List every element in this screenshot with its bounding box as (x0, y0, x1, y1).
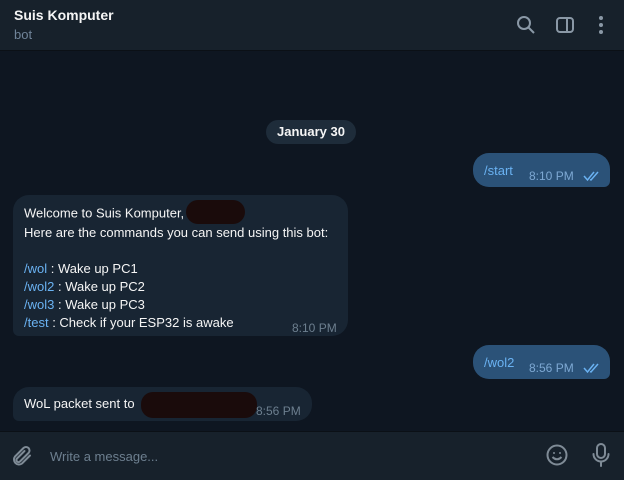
welcome-line: Welcome to Suis Komputer, (24, 200, 344, 224)
intro-text: Here are the commands you can send using… (24, 225, 329, 240)
outgoing-message[interactable]: /start 8:10 PM (473, 153, 610, 187)
greeting-text: Welcome to Suis Komputer, (24, 205, 185, 221)
double-check-icon (583, 171, 599, 182)
command-desc: : Wake up PC2 (54, 279, 145, 294)
microphone-icon[interactable] (589, 442, 613, 468)
message-time: 8:56 PM (529, 361, 574, 375)
command-item: /wol3 : Wake up PC3 (24, 296, 344, 314)
command-link-wol2[interactable]: /wol2 (24, 279, 54, 294)
outgoing-message[interactable]: /wol2 8:56 PM (473, 345, 610, 379)
command-link-wol3[interactable]: /wol3 (24, 297, 54, 312)
more-vertical-icon[interactable] (589, 13, 613, 37)
incoming-message[interactable]: Welcome to Suis Komputer, Here are the c… (13, 195, 348, 336)
sidebar-toggle-icon[interactable] (553, 13, 577, 37)
date-separator: January 30 (266, 120, 356, 144)
command-item: /wol2 : Wake up PC2 (24, 278, 344, 296)
message-input[interactable] (50, 446, 520, 466)
incoming-message[interactable]: WoL packet sent to 8:56 PM (13, 387, 312, 421)
command-desc: : Check if your ESP32 is awake (48, 315, 234, 330)
message-composer (0, 431, 624, 480)
command-desc: : Wake up PC1 (47, 261, 138, 276)
chat-title[interactable]: Suis Komputer (14, 7, 114, 23)
message-time: 8:10 PM (529, 169, 574, 183)
chat-subtitle: bot (14, 27, 33, 42)
message-text: WoL packet sent to (24, 396, 135, 411)
command-link-wol[interactable]: /wol (24, 261, 47, 276)
emoji-icon[interactable] (545, 443, 569, 467)
message-time: 8:56 PM (256, 404, 301, 418)
search-icon[interactable] (514, 13, 538, 37)
command-item: /wol : Wake up PC1 (24, 260, 344, 278)
message-time: 8:10 PM (292, 321, 337, 335)
chat-header: Suis Komputer bot (0, 0, 624, 51)
message-text[interactable]: /wol2 (484, 355, 514, 370)
message-list[interactable]: January 30 /start 8:10 PM Welcome to Sui… (0, 51, 624, 431)
command-link-test[interactable]: /test (24, 315, 49, 330)
command-desc: : Wake up PC3 (54, 297, 145, 312)
message-text[interactable]: /start (484, 163, 513, 178)
redacted-name (186, 200, 246, 224)
paperclip-icon[interactable] (10, 444, 34, 468)
double-check-icon (583, 363, 599, 374)
redacted-name (141, 392, 257, 418)
